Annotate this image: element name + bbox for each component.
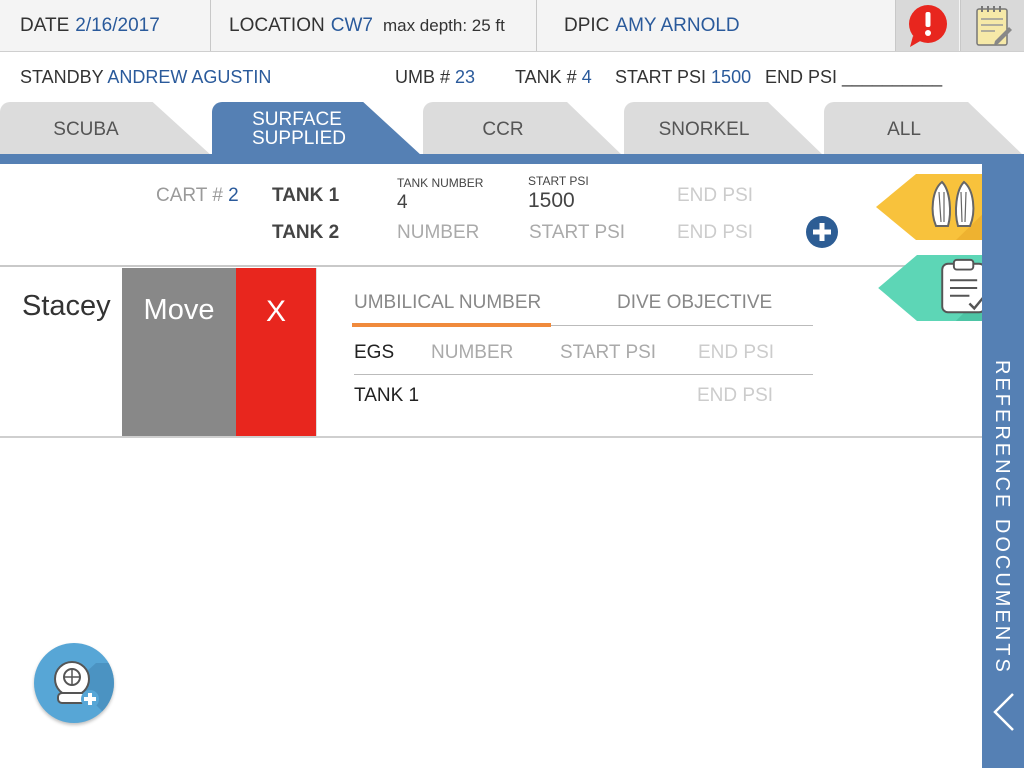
umbilical-number-input[interactable]: UMBILICAL NUMBER	[354, 292, 541, 314]
tank-value: 4	[581, 67, 592, 87]
dpic-label: DPIC	[564, 14, 610, 36]
reference-documents-panel[interactable]: REFERENCE DOCUMENTS	[982, 164, 1024, 768]
date-field[interactable]: DATE 2/16/2017	[0, 0, 211, 51]
dive-summary-bar: STANDBY ANDREW AGUSTIN UMB # 23 TANK # 4…	[0, 52, 1024, 102]
tab-scuba[interactable]: SCUBA	[0, 102, 212, 156]
cart-panel: CART # 2 TANK 1 TANK NUMBER 4 START PSI …	[0, 164, 982, 267]
tank1-start-psi-input[interactable]: 1500	[528, 189, 575, 213]
tank2-number-input[interactable]: NUMBER	[397, 222, 479, 244]
cart-label: CART #	[156, 185, 223, 206]
dpic-field[interactable]: DPIC AMY ARNOLD	[537, 0, 895, 51]
tab-all[interactable]: ALL	[824, 102, 1024, 156]
tab-label: ALL	[887, 118, 921, 140]
diver-tank1-label: TANK 1	[354, 385, 420, 406]
tank-label: TANK #	[515, 67, 577, 87]
egs-number-input[interactable]: NUMBER	[431, 342, 513, 364]
umb-label: UMB #	[395, 67, 451, 87]
location-label: LOCATION	[229, 14, 325, 36]
location-value: CW7	[330, 14, 373, 36]
umb-field[interactable]: UMB # 23	[395, 67, 475, 88]
tab-underline	[0, 154, 1024, 164]
divider	[316, 268, 317, 436]
clipboard-icon	[941, 258, 986, 314]
diver-tank1-end-psi-input[interactable]: END PSI	[697, 385, 773, 407]
tank2-end-psi-input[interactable]: END PSI	[677, 222, 753, 244]
start-psi-field[interactable]: START PSI 1500	[615, 67, 751, 88]
diver-row: Stacey Move X UMBILICAL NUMBER DIVE OBJE…	[0, 268, 982, 438]
move-button[interactable]: Move	[122, 268, 236, 436]
notepad-icon	[975, 5, 1012, 46]
alert-icon	[908, 4, 947, 47]
start-psi-caption: START PSI	[528, 174, 589, 188]
tank2-start-psi-input[interactable]: START PSI	[529, 222, 625, 244]
standby-value: ANDREW AGUSTIN	[107, 67, 272, 87]
alert-button[interactable]	[895, 0, 959, 51]
tank-field[interactable]: TANK # 4	[515, 67, 592, 88]
plus-circle-icon[interactable]	[805, 215, 839, 249]
date-label: DATE	[20, 14, 70, 36]
umb-value: 23	[455, 67, 476, 87]
date-value: 2/16/2017	[75, 14, 160, 36]
tab-snorkel[interactable]: SNORKEL	[624, 102, 824, 156]
end-psi-field[interactable]: END PSI __________	[765, 67, 942, 88]
standby-label: STANDBY	[20, 67, 104, 87]
end-psi-blank: __________	[842, 67, 943, 87]
field-underline	[551, 325, 813, 326]
dive-objective-input[interactable]: DIVE OBJECTIVE	[617, 292, 772, 314]
tank2-label: TANK 2	[272, 222, 340, 243]
active-field-underline	[352, 323, 551, 327]
add-diver-button[interactable]	[34, 643, 114, 723]
notes-button[interactable]	[960, 0, 1024, 51]
egs-end-psi-input[interactable]: END PSI	[698, 342, 774, 364]
top-bar: DATE 2/16/2017 LOCATION CW7 max depth: 2…	[0, 0, 1024, 52]
egs-start-psi-input[interactable]: START PSI	[560, 342, 656, 364]
location-field[interactable]: LOCATION CW7 max depth: 25 ft	[211, 0, 537, 51]
tab-label: CCR	[482, 118, 524, 140]
start-psi-label: START PSI	[615, 67, 707, 87]
cart-value: 2	[228, 185, 239, 206]
dive-helmet-icon	[54, 661, 114, 723]
tab-surface-supplied[interactable]: SURFACE SUPPLIED	[212, 102, 422, 156]
diver-name: Stacey	[22, 290, 111, 322]
max-depth: max depth: 25 ft	[382, 15, 505, 35]
reference-documents-label: REFERENCE DOCUMENTS	[991, 360, 1013, 675]
egs-label: EGS	[354, 342, 395, 363]
cart-field[interactable]: CART # 2	[156, 185, 239, 207]
end-psi-label: END PSI	[765, 67, 838, 87]
tank1-end-psi-input[interactable]: END PSI	[677, 185, 753, 207]
dpic-value: AMY ARNOLD	[615, 14, 740, 36]
tab-label: SCUBA	[53, 118, 119, 140]
tank-number-caption: TANK NUMBER	[397, 176, 484, 190]
tank1-number-input[interactable]: 4	[397, 192, 408, 214]
tab-label: SURFACE SUPPLIED	[252, 109, 346, 149]
standby-field[interactable]: STANDBY ANDREW AGUSTIN	[20, 67, 271, 88]
chevron-left-icon[interactable]	[991, 692, 1017, 732]
tank1-label: TANK 1	[272, 185, 340, 206]
row-divider	[354, 374, 813, 375]
delete-diver-button[interactable]: X	[236, 268, 316, 436]
start-psi-value: 1500	[711, 67, 752, 87]
tab-label: SNORKEL	[658, 118, 750, 140]
tab-ccr[interactable]: CCR	[423, 102, 623, 156]
